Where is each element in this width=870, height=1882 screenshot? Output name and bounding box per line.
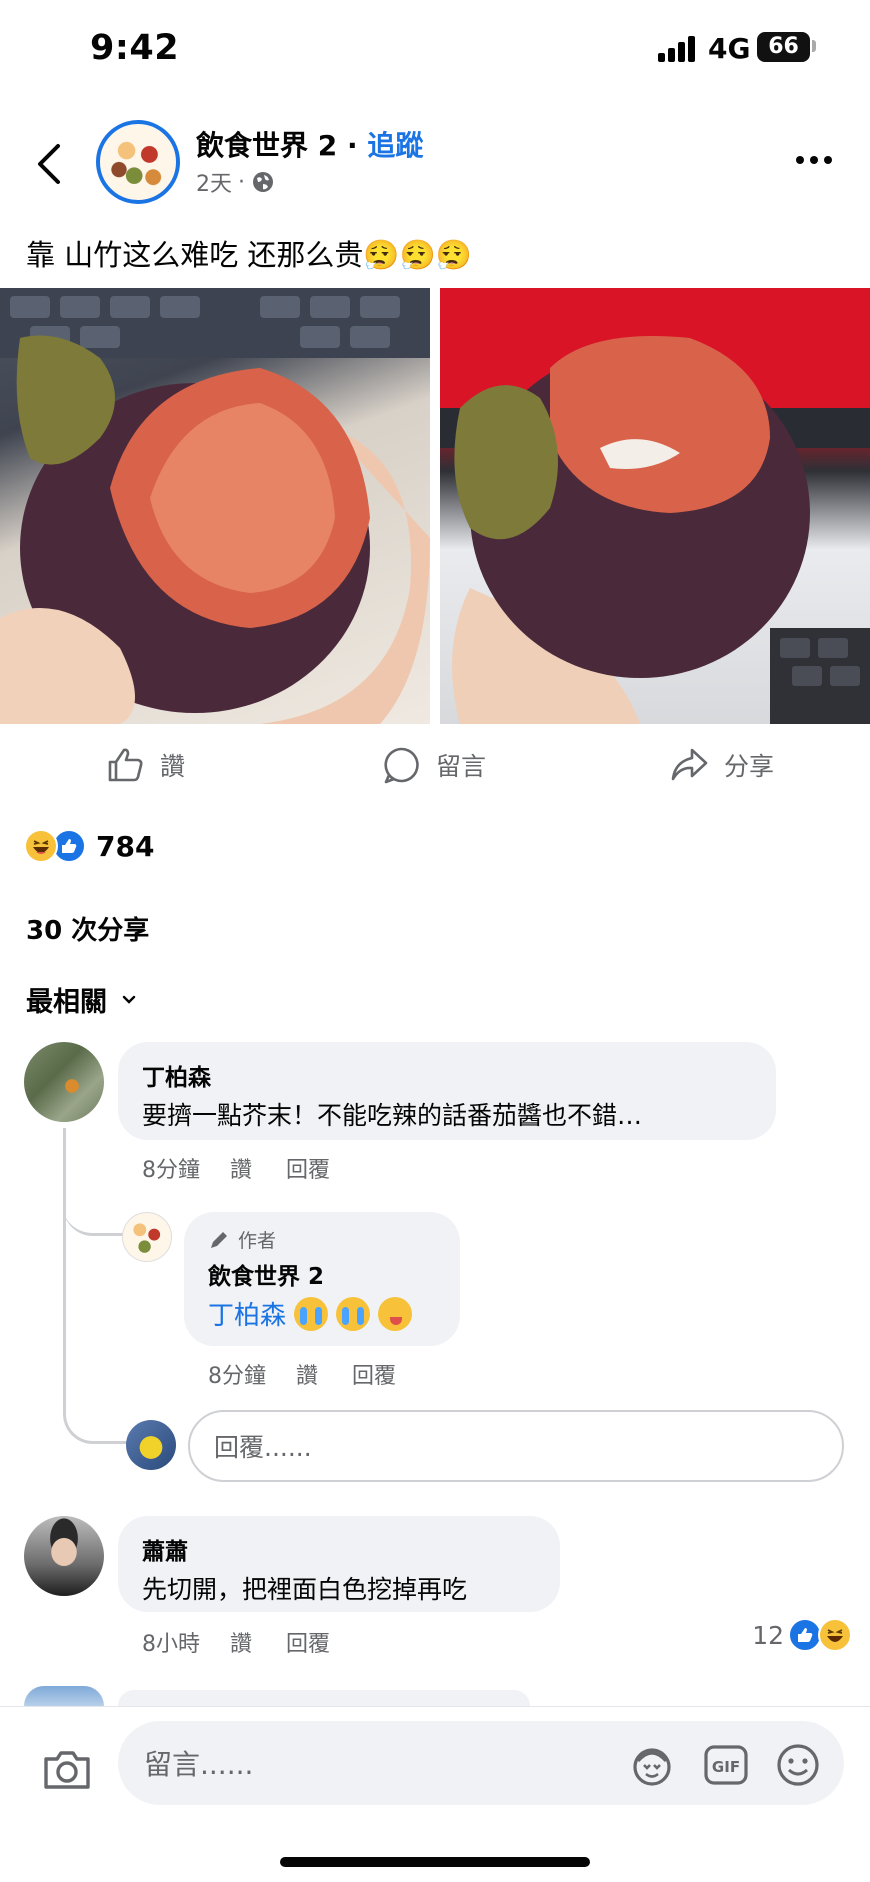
battery-level: 66 (768, 34, 799, 59)
more-options-button[interactable] (796, 148, 840, 172)
comment-meta: 8分鐘 讚 回覆 (142, 1152, 330, 1184)
comment-reply-button[interactable]: 回覆 (352, 1358, 396, 1390)
chevron-down-icon (122, 995, 136, 1004)
avatar-sticker-button[interactable] (628, 1741, 676, 1789)
comment-text: 先切開，把裡面白色挖掉再吃 (142, 1575, 468, 1604)
mangosteen-illustration (0, 288, 430, 724)
gif-button[interactable]: GIF (702, 1741, 750, 1789)
comment-meta: 8分鐘 讚 回覆 (208, 1358, 396, 1390)
like-label: 讚 (160, 752, 186, 781)
post-photo-1[interactable] (0, 288, 430, 724)
current-user-avatar (126, 1420, 176, 1470)
author-tag-label: 作者 (238, 1230, 277, 1252)
comment-icon (384, 747, 419, 784)
haha-reaction-icon (818, 1618, 852, 1652)
thread-branch (63, 1180, 123, 1236)
emoji-button[interactable] (774, 1741, 822, 1789)
back-button[interactable] (28, 134, 72, 194)
comment-composer: 留言...... GIF (0, 1706, 870, 1882)
signal-icon (658, 36, 700, 62)
globe-icon (253, 172, 273, 192)
sort-label: 最相關 (26, 987, 107, 1018)
comment-reply-button[interactable]: 回覆 (286, 1152, 330, 1184)
post-header: 飲食世界 2 · 追蹤 2天 · (0, 108, 870, 218)
next-comment-avatar (24, 1686, 104, 1706)
haha-reaction-icon (24, 829, 58, 863)
comment-reaction-count[interactable]: 12 (752, 1618, 852, 1652)
reaction-summary[interactable]: 784 (24, 822, 154, 870)
comment-bubble: 蕭蕭 先切開，把裡面白色挖掉再吃 (118, 1516, 560, 1612)
avatar-sticker-icon (633, 1748, 671, 1786)
network-type: 4G (708, 32, 751, 65)
avatar[interactable] (122, 1212, 172, 1262)
share-icon (671, 748, 708, 781)
comment-author[interactable]: 蕭蕭 (142, 1532, 536, 1566)
comment-time: 8分鐘 (142, 1158, 200, 1183)
like-reaction-icon (788, 1618, 822, 1652)
status-time: 9:42 (90, 28, 180, 68)
comment-like-button[interactable]: 讚 (230, 1626, 252, 1658)
reply-bubble: 作者 飲食世界 2 丁柏森 (184, 1212, 460, 1346)
comment-like-button[interactable]: 讚 (296, 1358, 318, 1390)
share-count[interactable]: 30 次分享 (26, 910, 149, 947)
camera-icon (44, 1751, 90, 1789)
comment-time: 8小時 (142, 1632, 200, 1657)
comment-placeholder: 留言...... (144, 1748, 254, 1781)
crying-emoji-icon (336, 1296, 371, 1331)
page-name[interactable]: 飲食世界 2 (196, 129, 337, 162)
comment-text: 要擠一點芥末！不能吃辣的話番茄醬也不錯… (142, 1101, 643, 1130)
battery-tip (812, 40, 816, 52)
page-title-row: 飲食世界 2 · 追蹤 (196, 124, 423, 164)
comment-reply-button[interactable]: 回覆 (286, 1626, 330, 1658)
meta-dot: · (238, 169, 245, 195)
avatar[interactable] (24, 1516, 104, 1596)
author-badge: 作者 (208, 1226, 436, 1253)
yum-emoji-icon (378, 1296, 413, 1331)
thumbs-up-icon (108, 748, 143, 782)
post-meta: 2天 · (196, 166, 275, 198)
home-indicator (280, 1857, 590, 1867)
thread-line (63, 1128, 129, 1444)
title-separator: · (337, 129, 368, 162)
smiley-icon (777, 1744, 819, 1786)
crying-emoji-icon (294, 1296, 329, 1331)
camera-button[interactable] (40, 1743, 94, 1797)
dot-icon (796, 156, 804, 164)
reply-input[interactable]: 回覆...... (188, 1410, 844, 1482)
comment-sort-dropdown[interactable]: 最相關 (26, 980, 137, 1019)
comment-label: 留言 (436, 752, 487, 781)
comment-bubble: 丁柏森 要擠一點芥末！不能吃辣的話番茄醬也不錯… (118, 1042, 776, 1140)
like-button[interactable]: 讚 (104, 736, 185, 794)
next-comment-bubble (118, 1690, 530, 1706)
comment-author[interactable]: 飲食世界 2 (208, 1257, 436, 1291)
dot-icon (824, 156, 832, 164)
comment-meta: 8小時 讚 回覆 (142, 1626, 330, 1658)
post-action-bar: 讚 留言 分享 (0, 736, 870, 794)
post-photo-2[interactable] (440, 288, 870, 724)
pencil-icon (211, 1231, 227, 1248)
post-text: 靠 山竹这么难吃 还那么贵😮‍💨😮‍💨😮‍💨 (26, 238, 472, 272)
gif-icon: GIF (704, 1745, 748, 1785)
chevron-left-icon (38, 144, 60, 184)
post-time[interactable]: 2天 (196, 166, 232, 198)
share-label: 分享 (724, 752, 775, 781)
share-button[interactable]: 分享 (668, 736, 774, 794)
battery-icon: 66 (757, 32, 810, 62)
comment-button[interactable]: 留言 (380, 736, 486, 794)
page-avatar[interactable] (96, 120, 180, 204)
reply-placeholder: 回覆...... (214, 1433, 312, 1462)
dot-icon (810, 156, 818, 164)
gif-label: GIF (712, 1758, 740, 1776)
follow-button[interactable]: 追蹤 (367, 129, 423, 162)
comment-like-count: 12 (752, 1620, 784, 1650)
reaction-count: 784 (96, 829, 155, 863)
mention-link[interactable]: 丁柏森 (208, 1295, 286, 1332)
mangosteen-illustration (440, 288, 870, 724)
comment-time: 8分鐘 (208, 1364, 266, 1389)
comment-like-button[interactable]: 讚 (230, 1152, 252, 1184)
status-bar: 9:42 4G 66 (0, 0, 870, 100)
avatar[interactable] (24, 1042, 104, 1122)
comment-text: 丁柏森 (208, 1295, 436, 1332)
comment-author[interactable]: 丁柏森 (142, 1058, 752, 1092)
